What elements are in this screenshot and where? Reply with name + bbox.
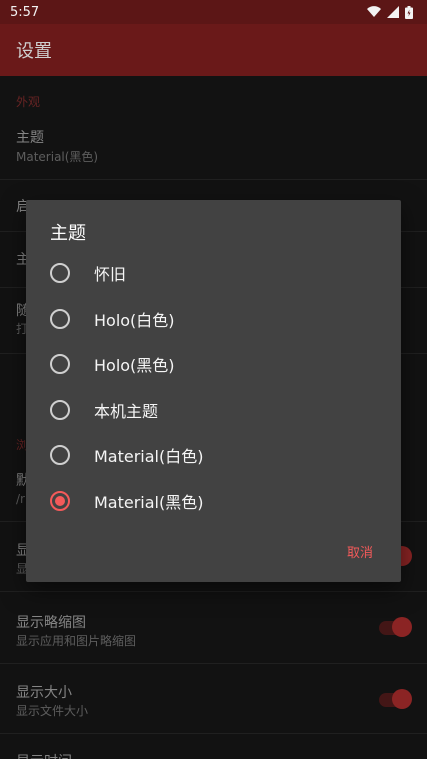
radio-checked-icon[interactable]	[50, 491, 70, 511]
status-icons	[367, 5, 413, 19]
radio-icon[interactable]	[50, 309, 70, 329]
app-bar-title: 设置	[16, 41, 52, 62]
option-material-light[interactable]: Material(白色)	[26, 432, 401, 478]
option-holo-light[interactable]: Holo(白色)	[26, 296, 401, 342]
radio-icon[interactable]	[50, 400, 70, 420]
battery-icon	[405, 5, 413, 19]
option-label: Holo(黑色)	[94, 356, 175, 375]
option-label: Material(白色)	[94, 447, 204, 466]
radio-icon[interactable]	[50, 354, 70, 374]
option-label: 本机主题	[94, 402, 159, 421]
radio-icon[interactable]	[50, 445, 70, 465]
option-label: Material(黑色)	[94, 493, 204, 512]
cancel-button[interactable]: 取消	[347, 542, 373, 561]
option-native-theme[interactable]: 本机主题	[26, 387, 401, 433]
dialog-title: 主题	[50, 223, 86, 244]
radio-icon[interactable]	[50, 263, 70, 283]
option-holo-dark[interactable]: Holo(黑色)	[26, 341, 401, 387]
status-bar: 5:57	[0, 0, 427, 24]
status-time: 5:57	[10, 4, 40, 20]
option-nostalgia[interactable]: 怀旧	[26, 250, 401, 296]
option-label: Holo(白色)	[94, 311, 175, 330]
option-material-dark[interactable]: Material(黑色)	[26, 478, 401, 524]
app-bar: 设置	[0, 24, 427, 76]
signal-icon	[387, 6, 399, 18]
option-label: 怀旧	[94, 265, 127, 284]
wifi-icon	[367, 6, 381, 18]
theme-dialog: 主题 怀旧 Holo(白色) Holo(黑色) 本机主题 Material(白色…	[26, 200, 401, 582]
